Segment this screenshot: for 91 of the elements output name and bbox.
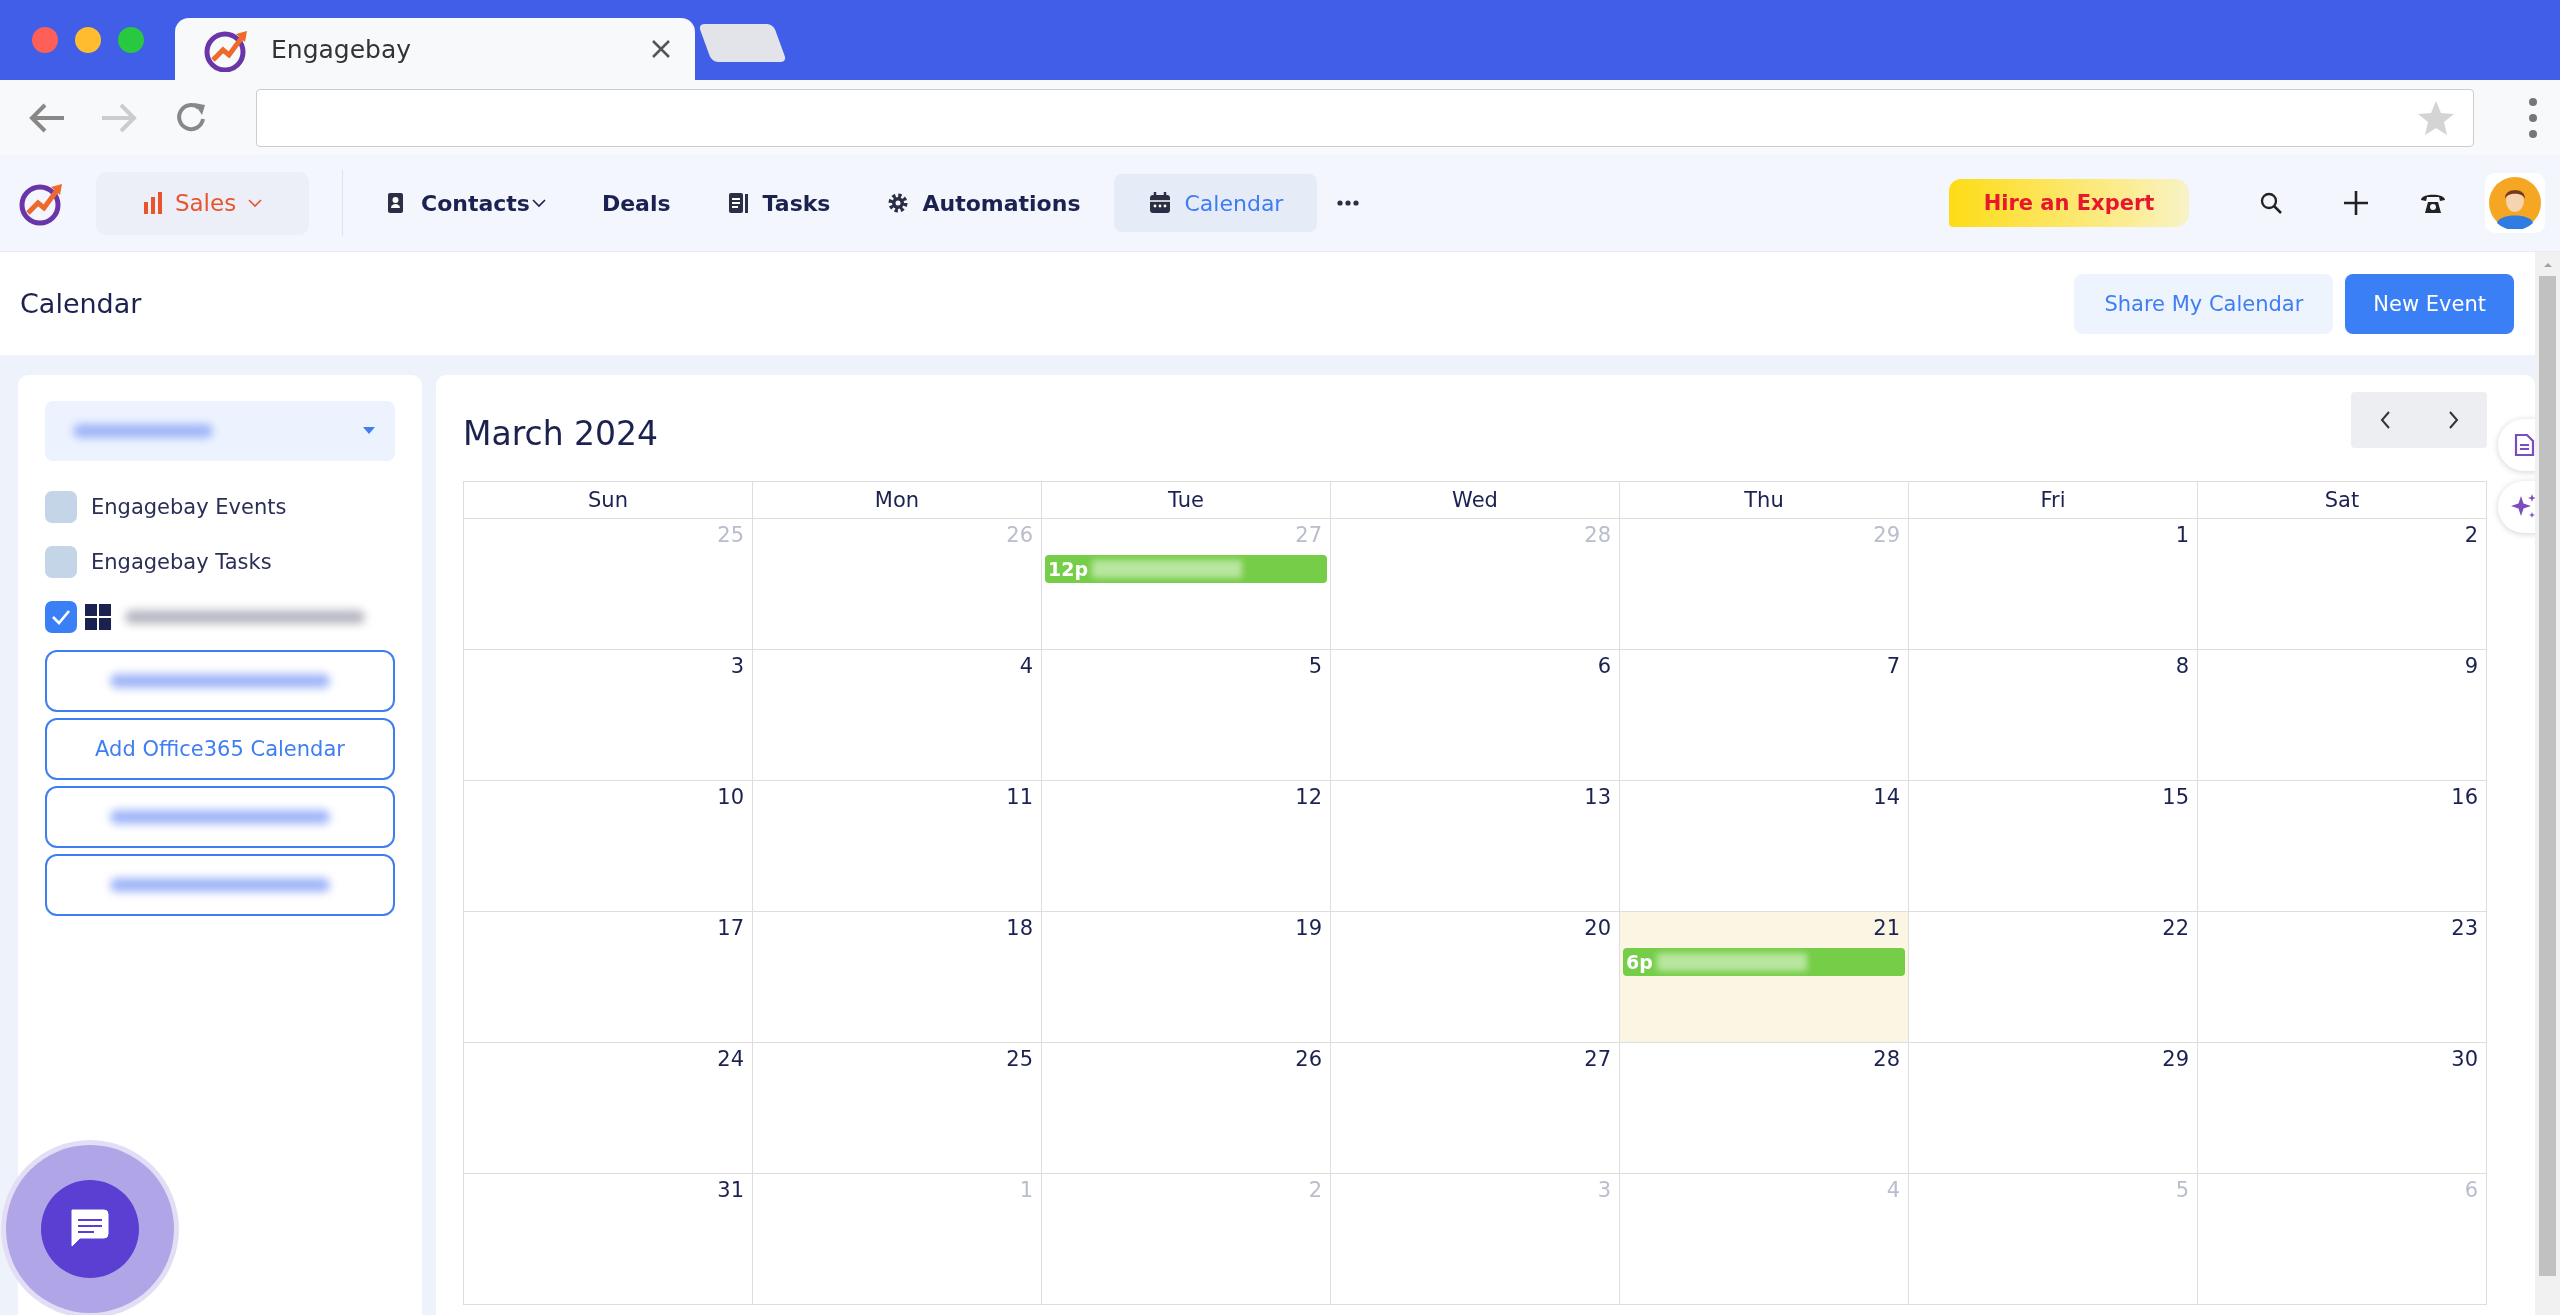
- day-cell[interactable]: 7: [1620, 650, 1909, 781]
- day-cell[interactable]: 12: [1042, 781, 1331, 912]
- day-number: 25: [1006, 1047, 1033, 1071]
- day-number: 6: [2464, 1178, 2478, 1202]
- day-cell[interactable]: 11: [753, 781, 1042, 912]
- day-number: 21: [1873, 916, 1900, 940]
- day-number: 5: [1308, 654, 1322, 678]
- weekday-header: Sun: [464, 482, 753, 519]
- day-number: 4: [1019, 654, 1033, 678]
- day-cell[interactable]: 2: [2198, 519, 2487, 650]
- nav-tab[interactable]: Deals: [579, 174, 693, 232]
- day-number: 26: [1295, 1047, 1322, 1071]
- day-number: 18: [1006, 916, 1033, 940]
- day-number: 24: [717, 1047, 744, 1071]
- day-cell[interactable]: 19: [1042, 912, 1331, 1043]
- nav-tab[interactable]: Automations: [864, 174, 1103, 232]
- day-cell[interactable]: 4: [753, 650, 1042, 781]
- day-number: 1: [1019, 1178, 1033, 1202]
- day-cell[interactable]: 31: [464, 1174, 753, 1305]
- day-number: 2: [1308, 1178, 1322, 1202]
- day-number: 25: [717, 523, 744, 547]
- day-cell[interactable]: 9: [2198, 650, 2487, 781]
- day-cell[interactable]: 13: [1331, 781, 1620, 912]
- calendar-label: Engagebay Events: [91, 494, 287, 519]
- add-calendar-button[interactable]: Add Office365 Calendar: [45, 718, 395, 780]
- weekday-header: Tue: [1042, 482, 1331, 519]
- weekday-header: Mon: [753, 482, 1042, 519]
- nav-tab[interactable]: Tasks: [704, 174, 853, 232]
- today-cell[interactable]: 21 6p: [1620, 912, 1909, 1043]
- day-cell[interactable]: 15: [1909, 781, 2198, 912]
- weekday-header: Thu: [1620, 482, 1909, 519]
- day-cell[interactable]: 25: [753, 1043, 1042, 1174]
- day-number: 11: [1006, 785, 1033, 809]
- day-number: 16: [2451, 785, 2478, 809]
- day-number: 7: [1886, 654, 1900, 678]
- day-cell[interactable]: 28: [1620, 1043, 1909, 1174]
- day-number: 6: [1597, 654, 1611, 678]
- month-title: March 2024: [463, 412, 659, 453]
- day-cell[interactable]: 18: [753, 912, 1042, 1043]
- page-title: Calendar: [20, 288, 143, 319]
- day-number: 28: [1873, 1047, 1900, 1071]
- new-event-button[interactable]: New Event: [2345, 273, 2514, 334]
- day-cell[interactable]: 17: [464, 912, 753, 1043]
- day-cell[interactable]: 30: [2198, 1043, 2487, 1174]
- browser-tab[interactable]: Engagebay: [175, 18, 695, 80]
- weekday-header: Wed: [1331, 482, 1620, 519]
- day-number: 4: [1886, 1178, 1900, 1202]
- day-number: 12: [1295, 785, 1322, 809]
- day-number: 23: [2451, 916, 2478, 940]
- day-number: 28: [1584, 523, 1611, 547]
- day-number: 13: [1584, 785, 1611, 809]
- day-number: 3: [730, 654, 744, 678]
- day-number: 9: [2464, 654, 2478, 678]
- tab-title: Engagebay: [271, 34, 413, 64]
- day-cell[interactable]: 10: [464, 781, 753, 912]
- day-number: 26: [1006, 523, 1033, 547]
- calendar-label: Engagebay Tasks: [91, 549, 272, 574]
- day-number: 1: [2175, 523, 2189, 547]
- day-number: 29: [1873, 523, 1900, 547]
- day-cell[interactable]: 1: [1909, 519, 2198, 650]
- day-cell[interactable]: 24: [464, 1043, 753, 1174]
- day-cell[interactable]: 3: [464, 650, 753, 781]
- day-number: 8: [2175, 654, 2189, 678]
- weekday-header: Sat: [2198, 482, 2487, 519]
- nav-tab[interactable]: Contacts: [363, 174, 568, 232]
- day-number: 22: [2162, 916, 2189, 940]
- day-number: 17: [717, 916, 744, 940]
- day-number: 27: [1584, 1047, 1611, 1071]
- hire-expert-button[interactable]: Hire an Expert: [1949, 179, 2189, 227]
- day-number: 5: [2175, 1178, 2189, 1202]
- day-number: 14: [1873, 785, 1900, 809]
- day-cell[interactable]: 8: [1909, 650, 2198, 781]
- day-number: 15: [2162, 785, 2189, 809]
- day-cell[interactable]: 16: [2198, 781, 2487, 912]
- day-number: 3: [1597, 1178, 1611, 1202]
- day-cell[interactable]: 6: [1331, 650, 1620, 781]
- day-cell[interactable]: 26: [1042, 1043, 1331, 1174]
- day-cell[interactable]: 29: [1909, 1043, 2198, 1174]
- day-cell[interactable]: 22: [1909, 912, 2198, 1043]
- day-cell[interactable]: 23: [2198, 912, 2487, 1043]
- weekday-header: Fri: [1909, 482, 2198, 519]
- day-number: 27: [1295, 523, 1322, 547]
- day-number: 20: [1584, 916, 1611, 940]
- day-cell[interactable]: 5: [1042, 650, 1331, 781]
- day-number: 10: [717, 785, 744, 809]
- day-cell[interactable]: 27: [1331, 1043, 1620, 1174]
- day-number: 30: [2451, 1047, 2478, 1071]
- day-number: 19: [1295, 916, 1322, 940]
- day-number: 2: [2464, 523, 2478, 547]
- day-number: 31: [717, 1178, 744, 1202]
- day-number: 29: [2162, 1047, 2189, 1071]
